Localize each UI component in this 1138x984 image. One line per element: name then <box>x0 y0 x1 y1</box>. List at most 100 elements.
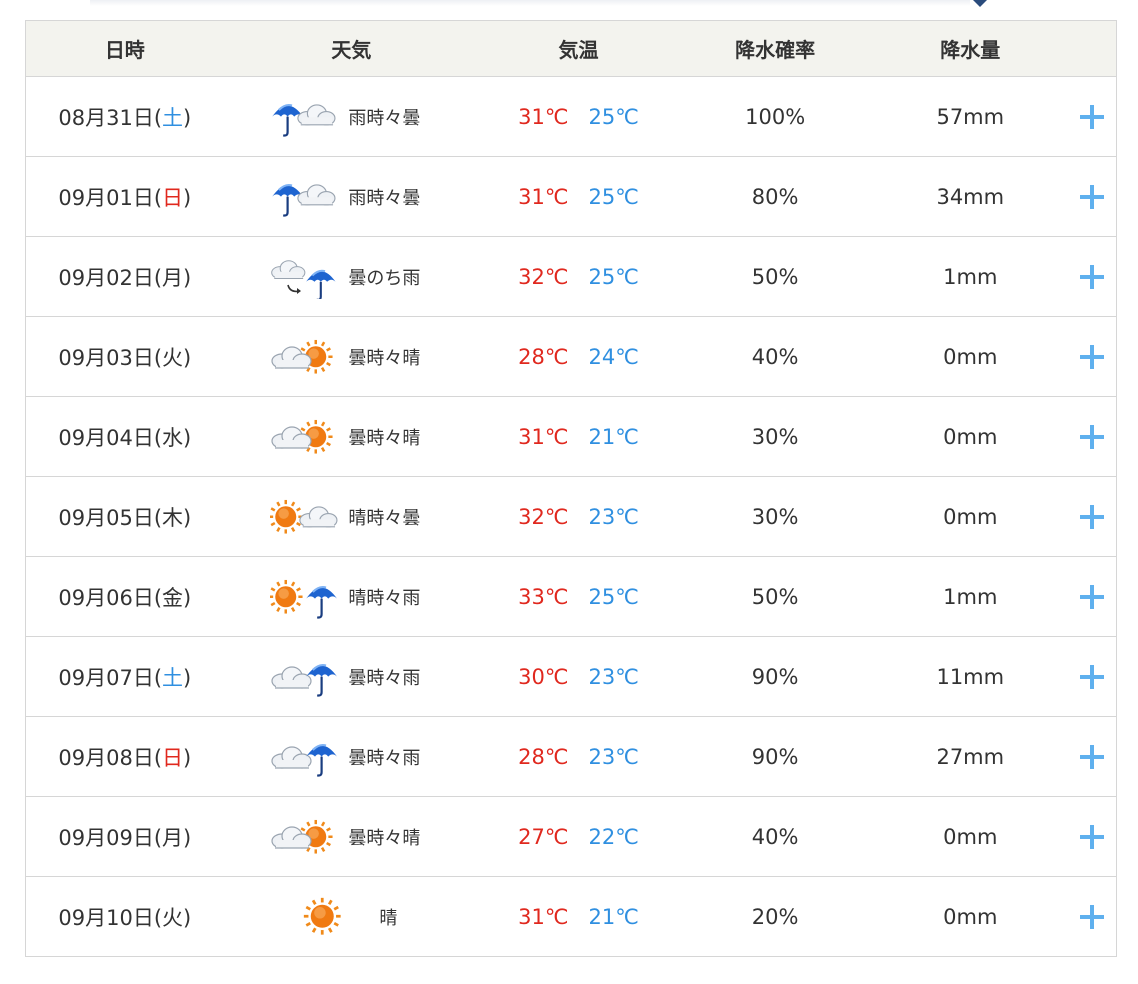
row-date: 09月07日(土) <box>26 662 224 692</box>
plus-icon[interactable] <box>1080 504 1105 529</box>
weather-label: 曇時々雨 <box>348 747 421 769</box>
row-weather: 曇時々晴 <box>224 335 480 379</box>
weather-label: 曇時々晴 <box>348 427 421 449</box>
plus-icon[interactable] <box>1080 104 1105 129</box>
cloudy-later-rain-icon <box>271 259 336 299</box>
date-text: 09月04日( <box>58 425 163 450</box>
expand-cell[interactable] <box>1068 744 1116 769</box>
expand-cell[interactable] <box>1068 584 1116 609</box>
high-temp: 32℃ <box>518 504 569 529</box>
low-temp: 23℃ <box>588 664 639 689</box>
active-tab-pointer <box>973 0 987 7</box>
date-close: ) <box>183 425 192 450</box>
table-row: 09月03日(火) 曇時々晴 28℃ 24℃ 40% 0mm <box>26 317 1116 397</box>
weekday: 火 <box>162 905 184 930</box>
table-row: 09月04日(水) 曇時々晴 31℃ 21℃ 30% 0mm <box>26 397 1116 477</box>
row-date: 08月31日(土) <box>26 102 224 132</box>
plus-icon[interactable] <box>1080 744 1105 769</box>
row-weather: 晴 <box>224 895 480 939</box>
expand-cell[interactable] <box>1068 824 1116 849</box>
header-precip-probability: 降水確率 <box>735 38 816 62</box>
date-text: 09月02日( <box>58 265 163 290</box>
weekday: 水 <box>162 425 184 450</box>
row-temperature: 33℃ 25℃ <box>479 585 678 609</box>
table-row: 09月06日(金) 晴時々雨 33℃ 25℃ 50% 1mm <box>26 557 1116 637</box>
high-temp: 31℃ <box>518 424 569 449</box>
weather-label: 晴時々雨 <box>348 587 421 609</box>
plus-icon[interactable] <box>1080 344 1105 369</box>
expand-cell[interactable] <box>1068 424 1116 449</box>
expand-cell[interactable] <box>1068 104 1116 129</box>
row-date: 09月03日(火) <box>26 342 224 372</box>
row-date: 09月08日(日) <box>26 742 224 772</box>
sunny-icon <box>304 897 342 935</box>
table-row: 09月02日(月) 曇のち雨 32℃ 25℃ 50% 1mm <box>26 237 1116 317</box>
date-close: ) <box>183 345 192 370</box>
high-temp: 31℃ <box>518 184 569 209</box>
high-temp: 32℃ <box>518 264 569 289</box>
high-temp: 28℃ <box>518 744 569 769</box>
plus-icon[interactable] <box>1080 824 1105 849</box>
expand-cell[interactable] <box>1068 264 1116 289</box>
row-temperature: 27℃ 22℃ <box>479 825 678 849</box>
expand-cell[interactable] <box>1068 184 1116 209</box>
date-close: ) <box>183 665 192 690</box>
low-temp: 25℃ <box>588 584 639 609</box>
plus-icon[interactable] <box>1080 184 1105 209</box>
expand-cell[interactable] <box>1068 664 1116 689</box>
row-temperature: 28℃ 24℃ <box>479 345 678 369</box>
expand-cell[interactable] <box>1068 504 1116 529</box>
header-weather: 天気 <box>331 38 372 62</box>
weekday: 日 <box>162 185 184 210</box>
precip-amount: 57mm <box>936 104 1005 129</box>
row-weather: 雨時々曇 <box>224 95 480 139</box>
precip-probability: 50% <box>751 584 799 609</box>
expand-cell[interactable] <box>1068 344 1116 369</box>
date-text: 09月07日( <box>58 665 163 690</box>
date-text: 09月08日( <box>58 745 163 770</box>
row-weather: 曇時々雨 <box>224 655 480 699</box>
plus-icon[interactable] <box>1080 584 1105 609</box>
plus-icon[interactable] <box>1080 264 1105 289</box>
low-temp: 25℃ <box>588 104 639 129</box>
date-text: 09月06日( <box>58 585 163 610</box>
date-close: ) <box>183 905 192 930</box>
date-text: 09月05日( <box>58 505 163 530</box>
row-weather: 曇時々晴 <box>224 415 480 459</box>
precip-amount: 34mm <box>936 184 1005 209</box>
table-row: 09月07日(土) 曇時々雨 30℃ 23℃ 90% 11mm <box>26 637 1116 717</box>
row-date: 09月05日(木) <box>26 502 224 532</box>
precip-amount: 0mm <box>943 904 998 929</box>
row-date: 09月04日(水) <box>26 422 224 452</box>
table-body: 08月31日(土) 雨時々曇 31℃ 25℃ 100% 57mm 09月01日(日… <box>26 77 1116 956</box>
plus-icon[interactable] <box>1080 664 1105 689</box>
plus-icon[interactable] <box>1080 424 1105 449</box>
high-temp: 27℃ <box>518 824 569 849</box>
row-temperature: 31℃ 25℃ <box>479 105 678 129</box>
row-date: 09月02日(月) <box>26 262 224 292</box>
row-date: 09月09日(月) <box>26 822 224 852</box>
expand-cell[interactable] <box>1068 904 1116 929</box>
row-weather: 曇時々雨 <box>224 735 480 779</box>
date-close: ) <box>183 585 192 610</box>
table-row: 09月08日(日) 曇時々雨 28℃ 23℃ 90% 27mm <box>26 717 1116 797</box>
row-temperature: 28℃ 23℃ <box>479 745 678 769</box>
high-temp: 31℃ <box>518 904 569 929</box>
low-temp: 24℃ <box>588 344 639 369</box>
precip-probability: 80% <box>751 184 799 209</box>
precip-amount: 1mm <box>943 264 998 289</box>
header-date: 日時 <box>104 38 145 62</box>
date-close: ) <box>183 105 192 130</box>
row-temperature: 30℃ 23℃ <box>479 665 678 689</box>
date-text: 09月03日( <box>58 345 163 370</box>
row-temperature: 31℃ 25℃ <box>479 185 678 209</box>
weekday: 木 <box>162 505 184 530</box>
cloudy-then-rain-icon <box>271 743 338 777</box>
row-weather: 晴時々雨 <box>224 575 480 619</box>
row-date: 09月01日(日) <box>26 182 224 212</box>
high-temp: 31℃ <box>518 104 569 129</box>
precip-amount: 11mm <box>936 664 1005 689</box>
plus-icon[interactable] <box>1080 904 1105 929</box>
low-temp: 21℃ <box>588 424 639 449</box>
table-row: 09月10日(火) 晴 31℃ 21℃ 20% 0mm <box>26 877 1116 956</box>
